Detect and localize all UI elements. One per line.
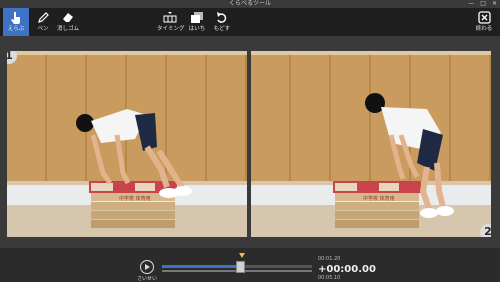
- timing-tool-label: タイミング: [157, 26, 185, 32]
- eraser-tool-label: 消しゴム: [56, 26, 79, 32]
- undo-tool-button[interactable]: もどす: [209, 8, 235, 36]
- pen-icon: [38, 12, 49, 23]
- seek-progress: [162, 265, 240, 268]
- box-label-1: 中学校 体育用: [119, 195, 151, 202]
- playback-controls: さいせい 00:01.20 +00:00.00 00:05.10: [0, 248, 500, 282]
- minimize-button[interactable]: —: [468, 0, 474, 8]
- window-title: くらべるツール: [229, 0, 271, 7]
- close-box-icon: [477, 11, 491, 24]
- eraser-tool-button[interactable]: 消しゴム: [55, 8, 81, 36]
- window-controls: — □ ✕: [468, 0, 497, 8]
- vaulting-scene-1: 中学校 体育用: [76, 109, 192, 228]
- maximize-button[interactable]: □: [480, 0, 486, 8]
- pen-tool-label: ペン: [37, 26, 49, 32]
- undo-tool-label: もどす: [213, 26, 231, 32]
- vaulting-scene-2: 中学校 体育用: [333, 93, 454, 228]
- hand-pointer-icon: [11, 12, 20, 24]
- video-panels: 中学校 体育用 1 中学校 体育用 2: [0, 36, 500, 248]
- panel-badge-2: 2: [480, 224, 491, 237]
- box-label-2: 中学校 体育用: [363, 195, 395, 202]
- time-end: 00:05.10: [318, 275, 341, 281]
- title-bar: くらべるツール — □ ✕: [0, 0, 500, 8]
- video-frame-2[interactable]: 中学校 体育用 2: [251, 51, 491, 237]
- toolbar: えらぶ ペン 消しゴム タイミング はいち もどす 終わる: [0, 8, 500, 36]
- select-tool-button[interactable]: えらぶ: [3, 8, 29, 36]
- time-current: +00:00.00: [318, 264, 376, 275]
- seek-thumb[interactable]: [236, 261, 245, 273]
- pen-tool-button[interactable]: ペン: [30, 8, 56, 36]
- undo-icon: [217, 12, 227, 23]
- eraser-icon: [63, 13, 73, 22]
- timing-marker[interactable]: [239, 253, 245, 258]
- layout-tool-label: はいち: [188, 26, 206, 32]
- window-close-button[interactable]: ✕: [492, 0, 497, 8]
- timing-icon: [163, 12, 177, 23]
- layout-tool-button[interactable]: はいち: [184, 8, 210, 36]
- video-frame-1[interactable]: 中学校 体育用 1: [7, 51, 247, 237]
- select-tool-label: えらぶ: [7, 26, 25, 32]
- time-start: 00:01.20: [318, 256, 341, 262]
- quit-label: 終わる: [475, 26, 493, 32]
- play-button[interactable]: [140, 260, 154, 274]
- layout-icon: [191, 12, 203, 23]
- timing-tool-button[interactable]: タイミング: [157, 8, 185, 36]
- quit-button[interactable]: 終わる: [471, 8, 497, 36]
